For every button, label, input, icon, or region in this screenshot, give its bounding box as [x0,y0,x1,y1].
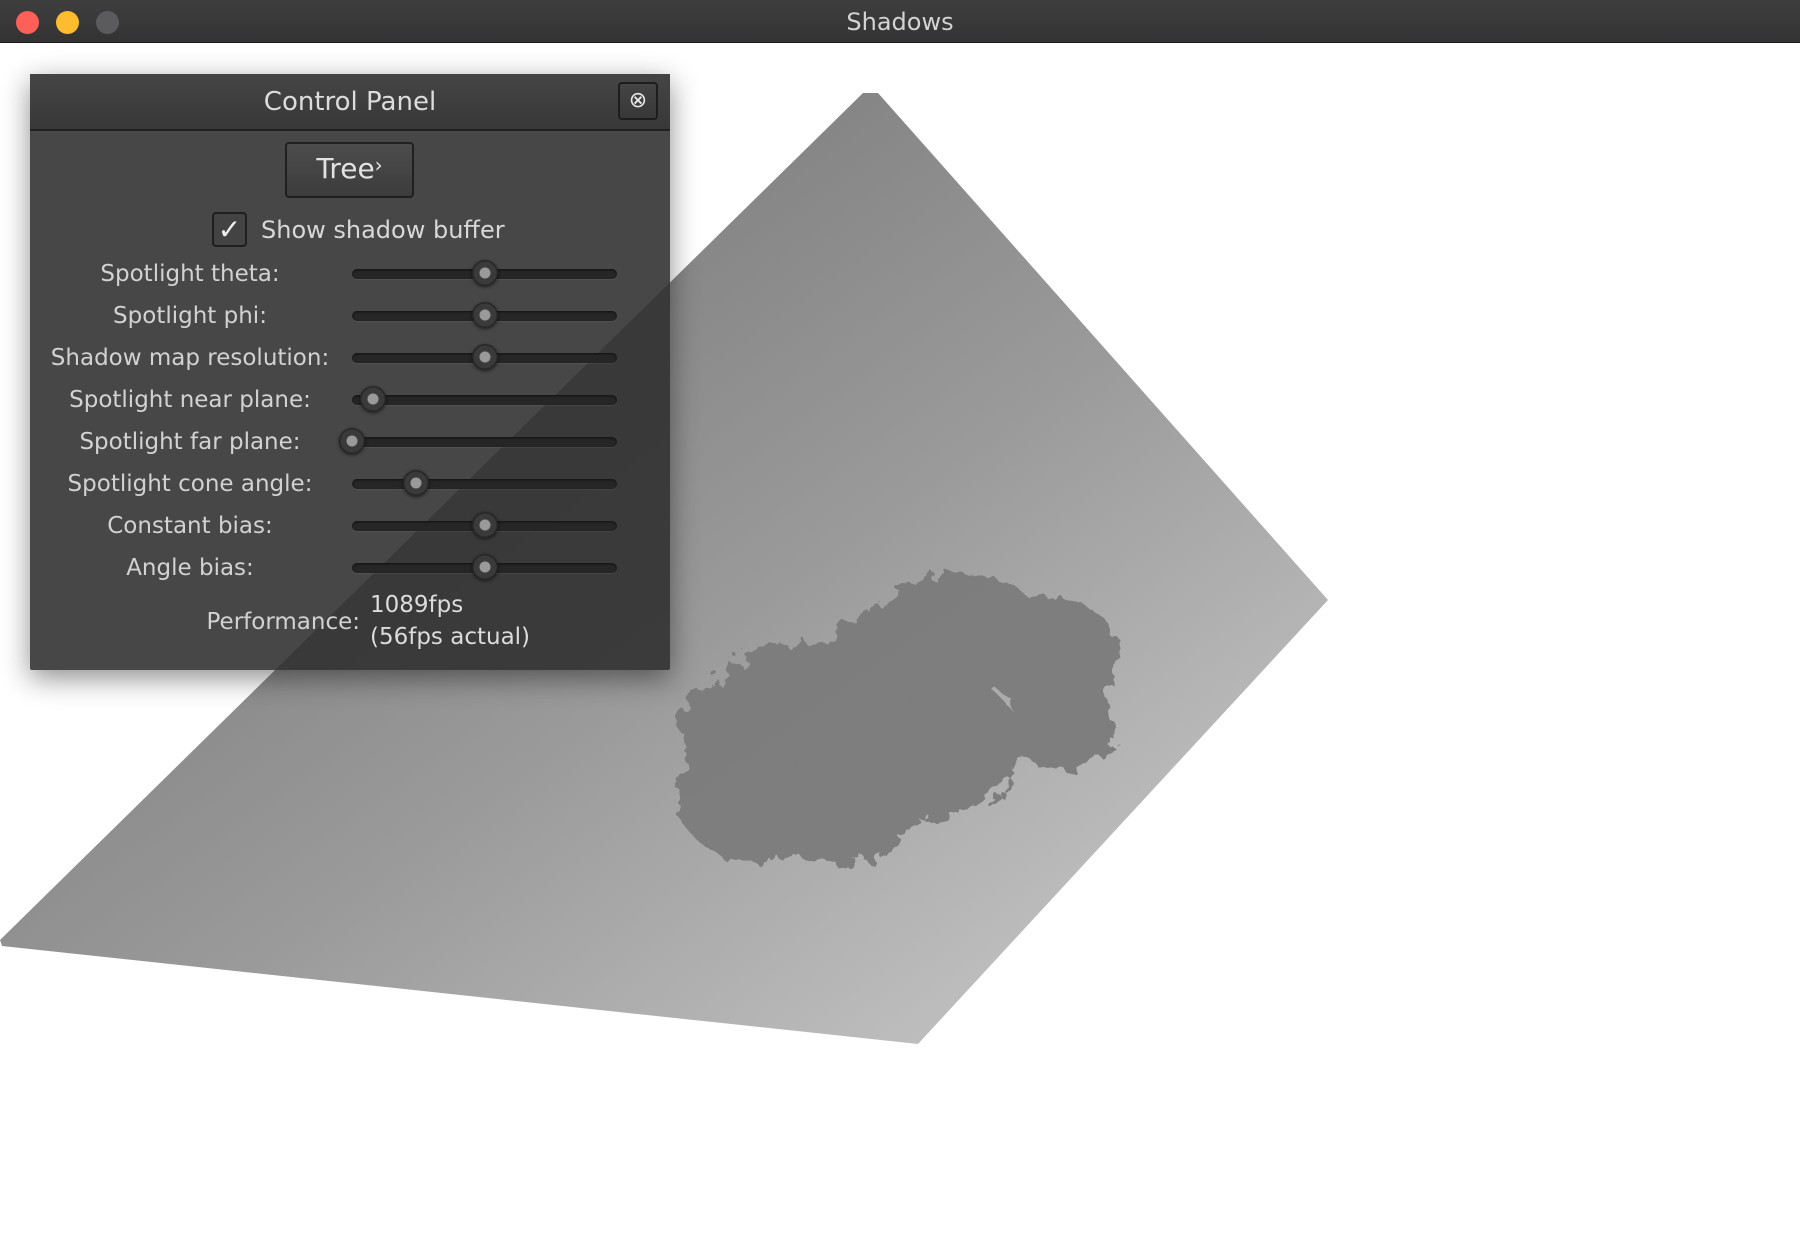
slider[interactable] [352,302,617,328]
show-shadow-buffer-label[interactable]: Show shadow buffer [261,214,505,246]
tree-button[interactable]: Tree› [285,142,414,198]
performance-actual-fps: (56fps actual) [370,624,531,650]
slider-label: Spotlight theta: [100,261,280,287]
slider-track[interactable] [352,395,617,405]
checkmark-icon: ✓ [217,213,242,246]
slider[interactable] [352,554,617,580]
slider[interactable] [339,428,617,454]
slider-thumb[interactable] [471,554,498,580]
slider-label: Angle bias: [126,555,254,581]
slider-label: Spotlight near plane: [69,387,311,413]
slider-thumb[interactable] [402,470,429,496]
show-shadow-buffer-checkbox[interactable]: ✓ [212,212,247,247]
window-title: Shadows [846,8,954,36]
close-icon: ⊗ [628,88,648,113]
slider-thumb[interactable] [360,386,387,412]
slider-label: Spotlight far plane: [79,429,301,455]
tree-button-label: Tree [316,152,375,185]
control-panel: Control Panel ⊗ Tree› ✓ Show shadow buff… [30,74,670,670]
slider-label: Shadow map resolution: [50,345,330,371]
slider[interactable] [352,512,617,538]
slider-label: Constant bias: [107,513,273,539]
performance-label: Performance: [206,609,361,635]
slider[interactable] [352,470,617,496]
control-panel-title: Control Panel [263,87,437,117]
slider-label: Spotlight phi: [113,303,267,329]
slider-track[interactable] [352,437,617,447]
slider[interactable] [352,260,617,286]
slider-label: Spotlight cone angle: [67,471,313,497]
performance-fps: 1089fps [370,592,464,618]
slider[interactable] [352,386,617,412]
panel-close-button[interactable]: ⊗ [618,82,658,120]
control-panel-header[interactable]: Control Panel ⊗ [30,74,670,131]
slider-thumb[interactable] [471,344,498,370]
slider-thumb[interactable] [471,512,498,538]
performance-value: 1089fps (56fps actual) [370,589,530,653]
chevron-right-icon: › [374,153,383,177]
slider-track[interactable] [352,479,617,489]
slider-thumb[interactable] [471,302,498,328]
slider[interactable] [352,344,617,370]
slider-thumb[interactable] [339,428,365,454]
window-titlebar: Shadows [0,0,1800,43]
slider-thumb[interactable] [471,260,498,286]
